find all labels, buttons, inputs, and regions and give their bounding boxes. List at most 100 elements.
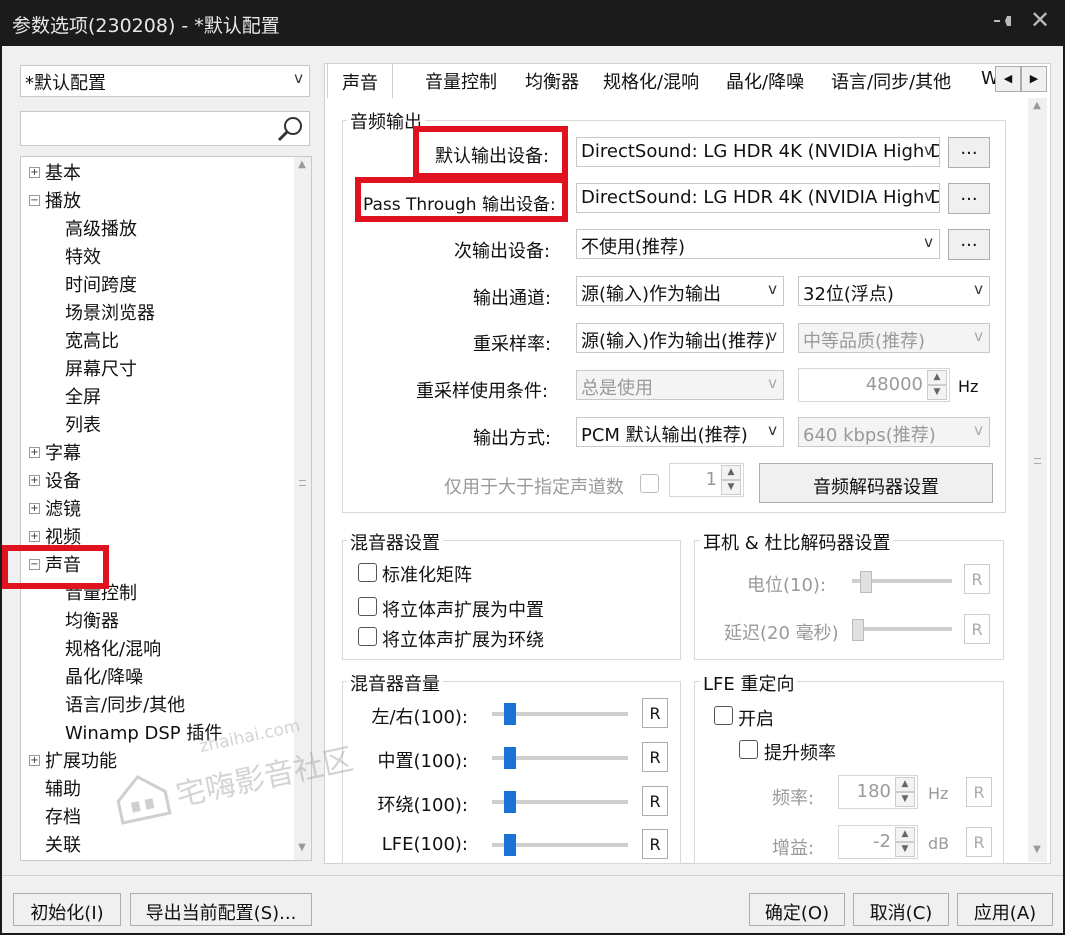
expand-icon[interactable]: +: [29, 503, 40, 514]
apply-button[interactable]: 应用(A): [957, 893, 1053, 926]
stereo-to-center-checkbox[interactable]: [358, 597, 377, 616]
default-device-browse-button[interactable]: ...: [948, 137, 990, 168]
tab[interactable]: 声音: [327, 63, 393, 98]
tree-item[interactable]: 特效: [65, 243, 101, 269]
channel-count-stepper[interactable]: 1 ▲ ▼: [669, 463, 744, 497]
passthrough-device-select[interactable]: DirectSound: LG HDR 4K (NVIDIA High De v: [576, 183, 940, 213]
search-input[interactable]: [23, 114, 268, 143]
page-scrollbar[interactable]: ▲ ▼: [1028, 98, 1047, 862]
gain-stepper[interactable]: -2 ▲ ▼: [838, 825, 918, 859]
stereo-to-surround-checkbox[interactable]: [358, 627, 377, 646]
search-box[interactable]: [20, 111, 310, 146]
gain-reset-button[interactable]: R: [966, 827, 992, 857]
expand-icon[interactable]: +: [29, 755, 40, 766]
boost-freq-checkbox[interactable]: [739, 740, 758, 759]
tree-item[interactable]: 列表: [65, 411, 101, 437]
channel-value: 源(输入)作为输出: [581, 284, 722, 305]
volume-slider-thumb[interactable]: [504, 791, 516, 813]
tree-item[interactable]: 关联: [45, 831, 81, 857]
tab[interactable]: 音量控制: [411, 63, 511, 98]
spin-up-icon[interactable]: ▲: [895, 777, 915, 792]
sample-rate-stepper[interactable]: 48000 ▲ ▼: [798, 368, 950, 402]
spin-up-icon[interactable]: ▲: [721, 465, 741, 480]
delay-reset-button[interactable]: R: [964, 614, 990, 644]
tree-item[interactable]: 场景浏览器: [65, 299, 155, 325]
scroll-down-icon[interactable]: ▼: [1029, 844, 1045, 860]
tab[interactable]: 语言/同步/其他: [817, 63, 965, 98]
spin-up-icon[interactable]: ▲: [895, 827, 915, 842]
normalize-matrix-checkbox[interactable]: [358, 563, 377, 582]
volume-reset-button[interactable]: R: [642, 829, 668, 859]
resample-quality-select[interactable]: 中等品质(推荐) v: [798, 323, 990, 353]
close-icon[interactable]: ✕: [1026, 6, 1054, 36]
scroll-up-icon[interactable]: ▲: [294, 159, 310, 175]
tree-item[interactable]: 时间跨度: [65, 271, 137, 297]
resample-condition-select[interactable]: 总是使用 v: [576, 370, 784, 400]
freq-stepper[interactable]: 180 ▲ ▼: [838, 775, 918, 809]
tree-item[interactable]: 播放: [45, 187, 81, 213]
tree-item[interactable]: 存档: [45, 803, 81, 829]
spin-down-icon[interactable]: ▼: [895, 792, 915, 807]
bitrate-select[interactable]: 640 kbps(推荐) v: [798, 417, 990, 447]
collapse-icon[interactable]: −: [29, 195, 40, 206]
volume-reset-button[interactable]: R: [642, 786, 668, 816]
cancel-button[interactable]: 取消(C): [853, 893, 949, 926]
expand-icon[interactable]: +: [29, 475, 40, 486]
freq-reset-button[interactable]: R: [966, 777, 992, 807]
volume-reset-button[interactable]: R: [642, 698, 668, 728]
output-mode-label: 输出方式:: [473, 428, 552, 449]
spin-down-icon[interactable]: ▼: [721, 480, 741, 495]
default-device-select[interactable]: DirectSound: LG HDR 4K (NVIDIA High De v: [576, 137, 940, 167]
lfe-enable-checkbox[interactable]: [714, 706, 733, 725]
spin-down-icon[interactable]: ▼: [895, 842, 915, 857]
scroll-up-icon[interactable]: ▲: [1029, 100, 1045, 116]
only-above-checkbox[interactable]: [640, 474, 659, 493]
tree-item[interactable]: 设备: [45, 467, 81, 493]
spin-down-icon[interactable]: ▼: [927, 385, 947, 400]
tab[interactable]: 均衡器: [511, 63, 593, 98]
profile-select[interactable]: *默认配置 v: [20, 65, 310, 97]
ok-button[interactable]: 确定(O): [749, 893, 845, 926]
secondary-device-browse-button[interactable]: ...: [948, 229, 990, 260]
spin-up-icon[interactable]: ▲: [927, 370, 947, 385]
channel-select[interactable]: 源(输入)作为输出 v: [576, 276, 784, 306]
secondary-device-select[interactable]: 不使用(推荐) v: [576, 229, 940, 259]
tab[interactable]: 晶化/降噪: [712, 63, 818, 98]
tree-item[interactable]: 均衡器: [65, 607, 119, 633]
volume-slider-thumb[interactable]: [504, 703, 516, 725]
scroll-down-icon[interactable]: ▼: [294, 842, 310, 858]
tree-item[interactable]: 屏幕尺寸: [65, 355, 137, 381]
delay-slider-track[interactable]: [852, 627, 952, 631]
initialize-button[interactable]: 初始化(I): [13, 893, 121, 926]
volume-slider-thumb[interactable]: [504, 834, 516, 856]
tree-item[interactable]: 规格化/混响: [65, 635, 161, 661]
export-config-button[interactable]: 导出当前配置(S)...: [130, 893, 312, 926]
format-select[interactable]: 32位(浮点) v: [798, 276, 990, 306]
tree-item[interactable]: 高级播放: [65, 215, 137, 241]
output-mode-select[interactable]: PCM 默认输出(推荐) v: [576, 417, 784, 447]
expand-icon[interactable]: +: [29, 531, 40, 542]
tree-item[interactable]: 全屏: [65, 383, 101, 409]
tree-item[interactable]: 语言/同步/其他: [65, 691, 185, 717]
level-reset-button[interactable]: R: [964, 564, 990, 594]
expand-icon[interactable]: +: [29, 447, 40, 458]
tree-item[interactable]: 宽高比: [65, 327, 119, 353]
tab-scroll-right-icon[interactable]: ▶: [1021, 66, 1047, 92]
resample-select[interactable]: 源(输入)作为输出(推荐) v: [576, 323, 784, 353]
tree-item[interactable]: 滤镜: [45, 495, 81, 521]
tree-item[interactable]: 基本: [45, 159, 81, 185]
pin-icon[interactable]: [991, 10, 1017, 36]
tree-item[interactable]: 晶化/降噪: [65, 663, 143, 689]
tab-scroll-left-icon[interactable]: ◀: [995, 66, 1021, 92]
tree-item[interactable]: 字幕: [45, 439, 81, 465]
tab[interactable]: 规格化/混响: [589, 63, 713, 98]
volume-reset-button[interactable]: R: [642, 742, 668, 772]
search-icon[interactable]: [275, 114, 305, 149]
volume-slider-thumb[interactable]: [504, 747, 516, 769]
passthrough-device-browse-button[interactable]: ...: [948, 183, 990, 214]
delay-slider-thumb[interactable]: [852, 619, 864, 641]
expand-icon[interactable]: +: [29, 167, 40, 178]
audio-decoder-settings-button[interactable]: 音频解码器设置: [759, 463, 993, 503]
tree-item[interactable]: 辅助: [45, 775, 81, 801]
level-slider-thumb[interactable]: [860, 571, 872, 593]
